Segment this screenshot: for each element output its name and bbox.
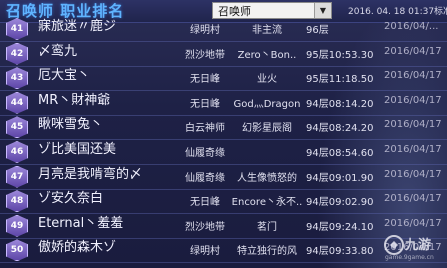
- rank-badge: 41: [6, 18, 28, 40]
- record-date: 2016/04/17: [384, 193, 442, 205]
- player-name: ゾ比美国还美: [38, 142, 117, 157]
- player-location: 仙履奇缘: [185, 148, 225, 159]
- player-guild: 人生像愤怒的: [237, 172, 297, 184]
- rank-badge: 49: [6, 214, 28, 237]
- rank-badge: 45: [6, 116, 28, 139]
- watermark: 九游 game.9game.cn: [383, 234, 443, 262]
- player-name: 厄大宝丶: [38, 68, 91, 84]
- player-location: 无日峰: [190, 98, 220, 110]
- list-item[interactable]: 47 月亮是我啃弯的〆 仙履奇缘 人生像愤怒的 94层09:01.90 2016/04/1…: [0, 163, 447, 190]
- player-location: 绿明村: [190, 25, 220, 36]
- player-name: 月亮是我啃弯的〆: [38, 166, 143, 182]
- player-guild: Zero丶Bon..: [237, 49, 297, 61]
- floor-record: 94层09:02.90: [306, 197, 374, 209]
- player-guild: 非主流: [252, 25, 282, 36]
- player-location: 绿明村: [190, 246, 220, 258]
- player-guild: God灬Dragon: [233, 98, 301, 110]
- list-item[interactable]: 41 寐旅迷〃鹿ジ 绿明村 非主流 96层 2016/04/...: [0, 15, 447, 42]
- record-date: 2016/04/17: [384, 119, 442, 131]
- rank-badge: 44: [6, 91, 28, 114]
- player-name: 傲娇的森木ゾ: [38, 240, 117, 256]
- player-location: 白云神师: [185, 123, 225, 135]
- player-name: 〆鸾九: [38, 43, 78, 59]
- brand-logo-icon: [384, 235, 404, 255]
- player-guild: 特立独行的风: [237, 246, 297, 258]
- player-guild: 幻影星辰阁: [242, 123, 292, 135]
- player-name: 寐旅迷〃鹿ジ: [38, 19, 117, 34]
- player-name: MR丶財神爺: [38, 92, 111, 108]
- player-location: 烈沙地带: [185, 49, 225, 61]
- record-date: 2016/04/...: [384, 21, 439, 32]
- list-item[interactable]: 44 MR丶財神爺 无日峰 God灬Dragon 94层08:14.20 2016/04/…: [0, 89, 447, 116]
- rank-badge: 48: [6, 190, 28, 213]
- player-location: 烈沙地带: [185, 221, 225, 233]
- floor-record: 95层11:18.50: [306, 74, 374, 86]
- record-date: 2016/04/17: [384, 144, 442, 155]
- rank-badge: 42: [6, 42, 28, 65]
- record-date: 2016/04/17: [384, 70, 442, 82]
- player-guild: Encore丶永不..: [231, 197, 303, 209]
- floor-record: 94层08:54.60: [306, 148, 374, 159]
- list-item[interactable]: 42 〆鸾九 烈沙地带 Zero丶Bon.. 95层10:53.30 2016/04/17: [0, 40, 447, 67]
- record-date: 2016/04/17: [384, 217, 442, 229]
- rank-badge: 47: [6, 165, 28, 188]
- rank-badge: 46: [6, 141, 28, 163]
- floor-record: 94层09:33.80: [306, 246, 374, 258]
- floor-record: 95层10:53.30: [306, 49, 374, 61]
- floor-record: 94层09:01.90: [306, 172, 374, 184]
- record-date: 2016/04/17: [384, 94, 442, 106]
- rank-badge: 43: [6, 67, 28, 90]
- floor-record: 94层09:24.10: [306, 221, 374, 233]
- player-name: ゾ安久奈白: [38, 191, 104, 207]
- list-item[interactable]: 49 Eternal丶羞羞 烈沙地带 茗门 94层09:24.10 2016/04/17: [0, 212, 447, 239]
- player-name: Eternal丶羞羞: [38, 215, 124, 231]
- floor-record: 94层08:24.20: [306, 123, 374, 135]
- floor-record: 94层08:14.20: [306, 98, 374, 110]
- rank-badge: 50: [6, 239, 28, 262]
- record-date: 2016/04/17: [384, 168, 442, 180]
- player-name: 瞅咪雪兔丶: [38, 117, 104, 133]
- player-location: 无日峰: [190, 197, 220, 209]
- list-item[interactable]: 46 ゾ比美国还美 仙履奇缘 94层08:54.60 2016/04/17: [0, 138, 447, 165]
- player-location: 仙履奇缘: [185, 172, 225, 184]
- player-guild: 茗门: [257, 221, 277, 233]
- list-item[interactable]: 50 傲娇的森木ゾ 绿明村 特立独行的风 94层09:33.80 2016/04/17: [0, 236, 447, 264]
- brand-site: game.9game.cn: [385, 254, 434, 261]
- player-location: 无日峰: [190, 74, 220, 86]
- list-item[interactable]: 43 厄大宝丶 无日峰 业火 95层11:18.50 2016/04/17: [0, 64, 447, 92]
- record-date: 2016/04/17: [384, 45, 442, 57]
- floor-record: 96层: [306, 25, 329, 36]
- list-item[interactable]: 45 瞅咪雪兔丶 白云神师 幻影星辰阁 94层08:24.20 2016/04/17: [0, 113, 447, 141]
- list-item[interactable]: 48 ゾ安久奈白 无日峰 Encore丶永不.. 94层09:02.90 2016/04/…: [0, 187, 447, 215]
- brand-text: 九游: [405, 238, 432, 253]
- player-guild: 业火: [257, 74, 277, 86]
